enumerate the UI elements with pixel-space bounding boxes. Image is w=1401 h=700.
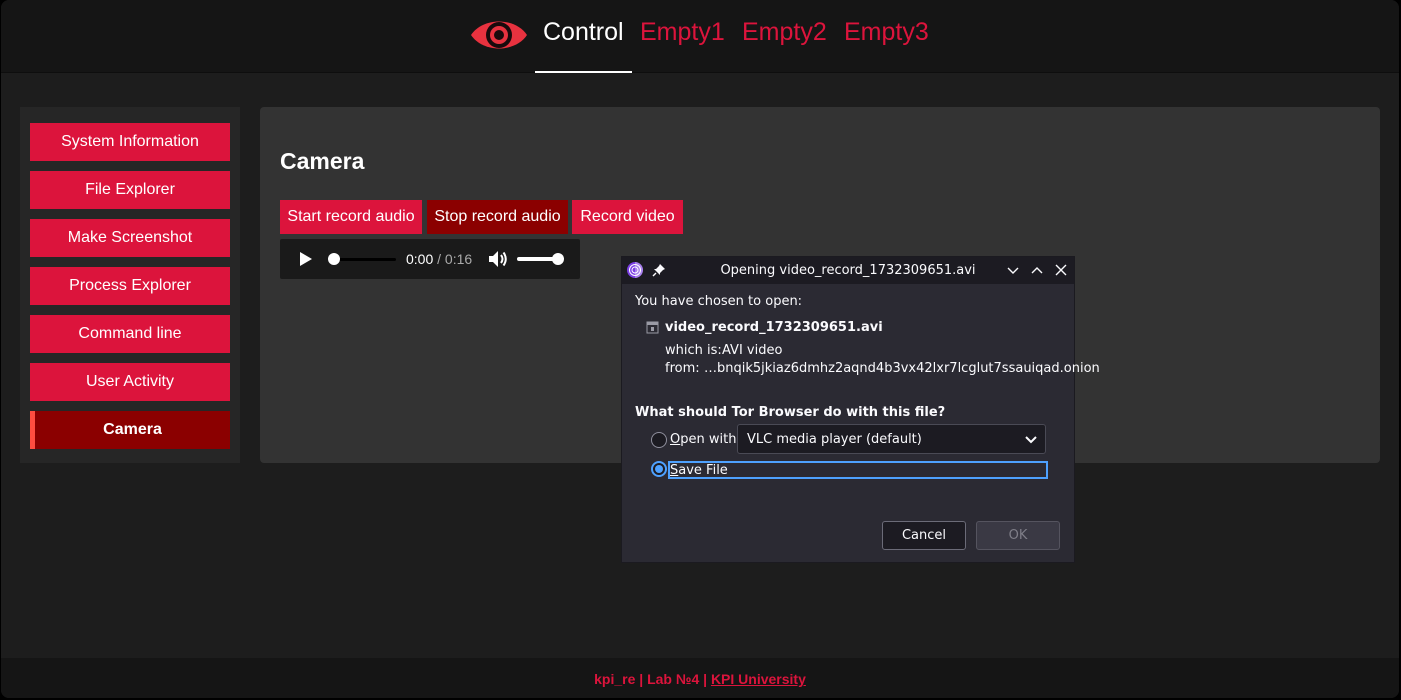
open-with-rest: pen with [680,432,737,447]
tab-empty3[interactable]: Empty3 [844,18,929,47]
footer-text: kpi_re | Lab №4 | [594,671,711,687]
save-file-radio[interactable] [651,461,667,477]
tab-empty1[interactable]: Empty1 [640,18,725,47]
eye-icon [471,21,527,49]
footer-link[interactable]: KPI University [711,671,806,687]
which-is-value: AVI video [722,343,783,358]
panel-title: Camera [280,148,365,174]
volume-icon[interactable] [488,250,508,268]
from-label: from: [665,361,700,376]
seek-thumb[interactable] [328,253,340,265]
open-with-app-value: VLC media player (default) [747,432,922,447]
stop-record-audio-button[interactable]: Stop record audio [427,200,568,234]
dialog-question: What should Tor Browser do with this fil… [635,405,946,420]
dialog-intro: You have chosen to open: [635,294,803,309]
start-record-audio-button[interactable]: Start record audio [280,200,422,234]
active-tab-indicator [535,71,632,73]
seek-bar[interactable] [332,258,396,261]
play-icon[interactable] [298,251,314,267]
dialog-filename: video_record_1732309651.avi [665,320,883,335]
time-separator: / [433,251,445,267]
minimize-icon[interactable] [1006,264,1020,278]
from-value: …bnqik5jkiaz6dmhz2aqnd4b3vx42lxr7lcglut7… [704,361,1100,376]
audio-player: 0:00 / 0:16 [280,239,580,279]
close-icon[interactable] [1054,263,1068,277]
open-with-app-select[interactable]: VLC media player (default) [737,424,1046,454]
duration: 0:16 [444,251,473,267]
dialog-titlebar: Opening video_record_1732309651.avi [622,257,1074,284]
sidebar-item-process-explorer[interactable]: Process Explorer [30,267,230,305]
chevron-down-icon [1025,436,1037,444]
maximize-icon[interactable] [1030,263,1044,277]
open-with-mnemonic: O [670,432,681,447]
footer: kpi_re | Lab №4 | KPI University [1,658,1399,698]
time-display: 0:00 / 0:16 [406,251,472,267]
open-with-radio[interactable] [651,432,667,448]
record-video-button[interactable]: Record video [572,200,683,234]
sidebar-item-system-information[interactable]: System Information [30,123,230,161]
sidebar-item-camera[interactable]: Camera [30,411,230,449]
cancel-button[interactable]: Cancel [882,521,966,550]
save-file-label[interactable]: Save File [670,463,728,478]
sidebar-item-make-screenshot[interactable]: Make Screenshot [30,219,230,257]
sidebar: System Information File Explorer Make Sc… [20,107,240,463]
sidebar-item-user-activity[interactable]: User Activity [30,363,230,401]
tab-control[interactable]: Control [543,18,624,47]
ok-button[interactable]: OK [976,521,1060,550]
save-file-rest: ave File [678,463,728,478]
open-file-dialog: Opening video_record_1732309651.avi You … [621,256,1100,563]
open-with-label[interactable]: Open with [670,432,736,447]
current-time: 0:00 [406,251,434,267]
tab-empty2[interactable]: Empty2 [742,18,827,47]
sidebar-item-file-explorer[interactable]: File Explorer [30,171,230,209]
sidebar-item-command-line[interactable]: Command line [30,315,230,353]
which-is-label: which is: [665,343,722,358]
volume-thumb[interactable] [552,253,564,265]
file-icon [646,321,659,334]
top-nav: Control Empty1 Empty2 Empty3 [1,0,1399,73]
